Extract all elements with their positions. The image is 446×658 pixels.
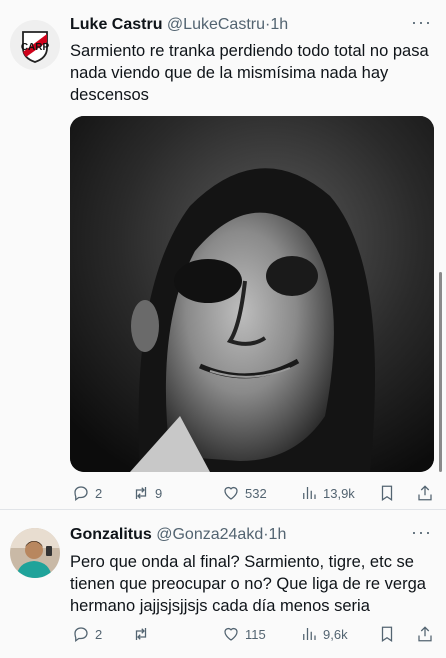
like-icon [224,486,238,500]
tweet-header: Luke Castru @LukeCastru·1h [70,16,288,34]
retweet-button[interactable]: 9 [132,481,162,505]
views-button[interactable]: 13,9k [300,481,355,505]
like-count: 115 [245,626,266,642]
reply-count: 2 [95,626,103,642]
views-button[interactable]: 9,6k [300,622,348,646]
retweet-icon [135,628,147,640]
timestamp[interactable]: 1h [270,16,288,33]
share-icon [418,485,432,501]
tweet-text: Pero que onda al final? Sarmiento, tigre… [70,553,426,615]
reply-button[interactable]: 2 [72,622,102,646]
retweet-icon [135,487,147,499]
tweet-text: Sarmiento re tranka perdiendo todo total… [70,42,429,104]
display-name[interactable]: Luke Castru [70,16,162,33]
like-count: 532 [245,485,267,501]
bookmark-button[interactable] [378,622,396,646]
display-name[interactable]: Gonzalitus [70,526,152,543]
reply-icon [74,627,88,643]
avatar[interactable] [10,528,60,578]
views-count: 9,6k [323,626,348,642]
tweet-image[interactable] [70,116,434,472]
profile-photo [10,528,60,578]
views-icon [303,487,316,499]
bookmark-button[interactable] [378,481,396,505]
more-icon[interactable]: ··· [411,12,432,33]
retweet-count: 9 [155,485,163,501]
like-button[interactable]: 115 [222,622,266,646]
bookmark-icon [381,485,393,501]
views-icon [303,628,316,640]
tweet-actions: 2 115 9,6k [70,622,434,646]
scrollbar[interactable] [439,272,442,472]
handle[interactable]: @LukeCastru [167,16,265,33]
svg-text:CARP: CARP [21,42,50,53]
retweet-button[interactable] [132,622,155,646]
reply-icon [74,486,88,502]
share-button[interactable] [416,622,434,646]
tweet-header: Gonzalitus @Gonza24akd·1h [70,526,286,544]
tweet-actions: 2 9 532 13,9k [70,481,434,505]
handle[interactable]: @Gonza24akd [156,526,263,543]
like-icon [224,627,238,641]
views-count: 13,9k [323,485,355,501]
reply-button[interactable]: 2 [72,481,102,505]
reply-count: 2 [95,485,103,501]
more-icon[interactable]: ··· [411,522,432,543]
bookmark-icon [381,626,393,642]
river-plate-crest-icon: CARP [10,20,60,70]
avatar[interactable]: CARP [10,20,60,70]
timestamp[interactable]: 1h [269,526,287,543]
share-button[interactable] [416,481,434,505]
share-icon [418,626,432,642]
uncanny-mr-incredible-image [70,116,434,472]
like-button[interactable]: 532 [222,481,267,505]
